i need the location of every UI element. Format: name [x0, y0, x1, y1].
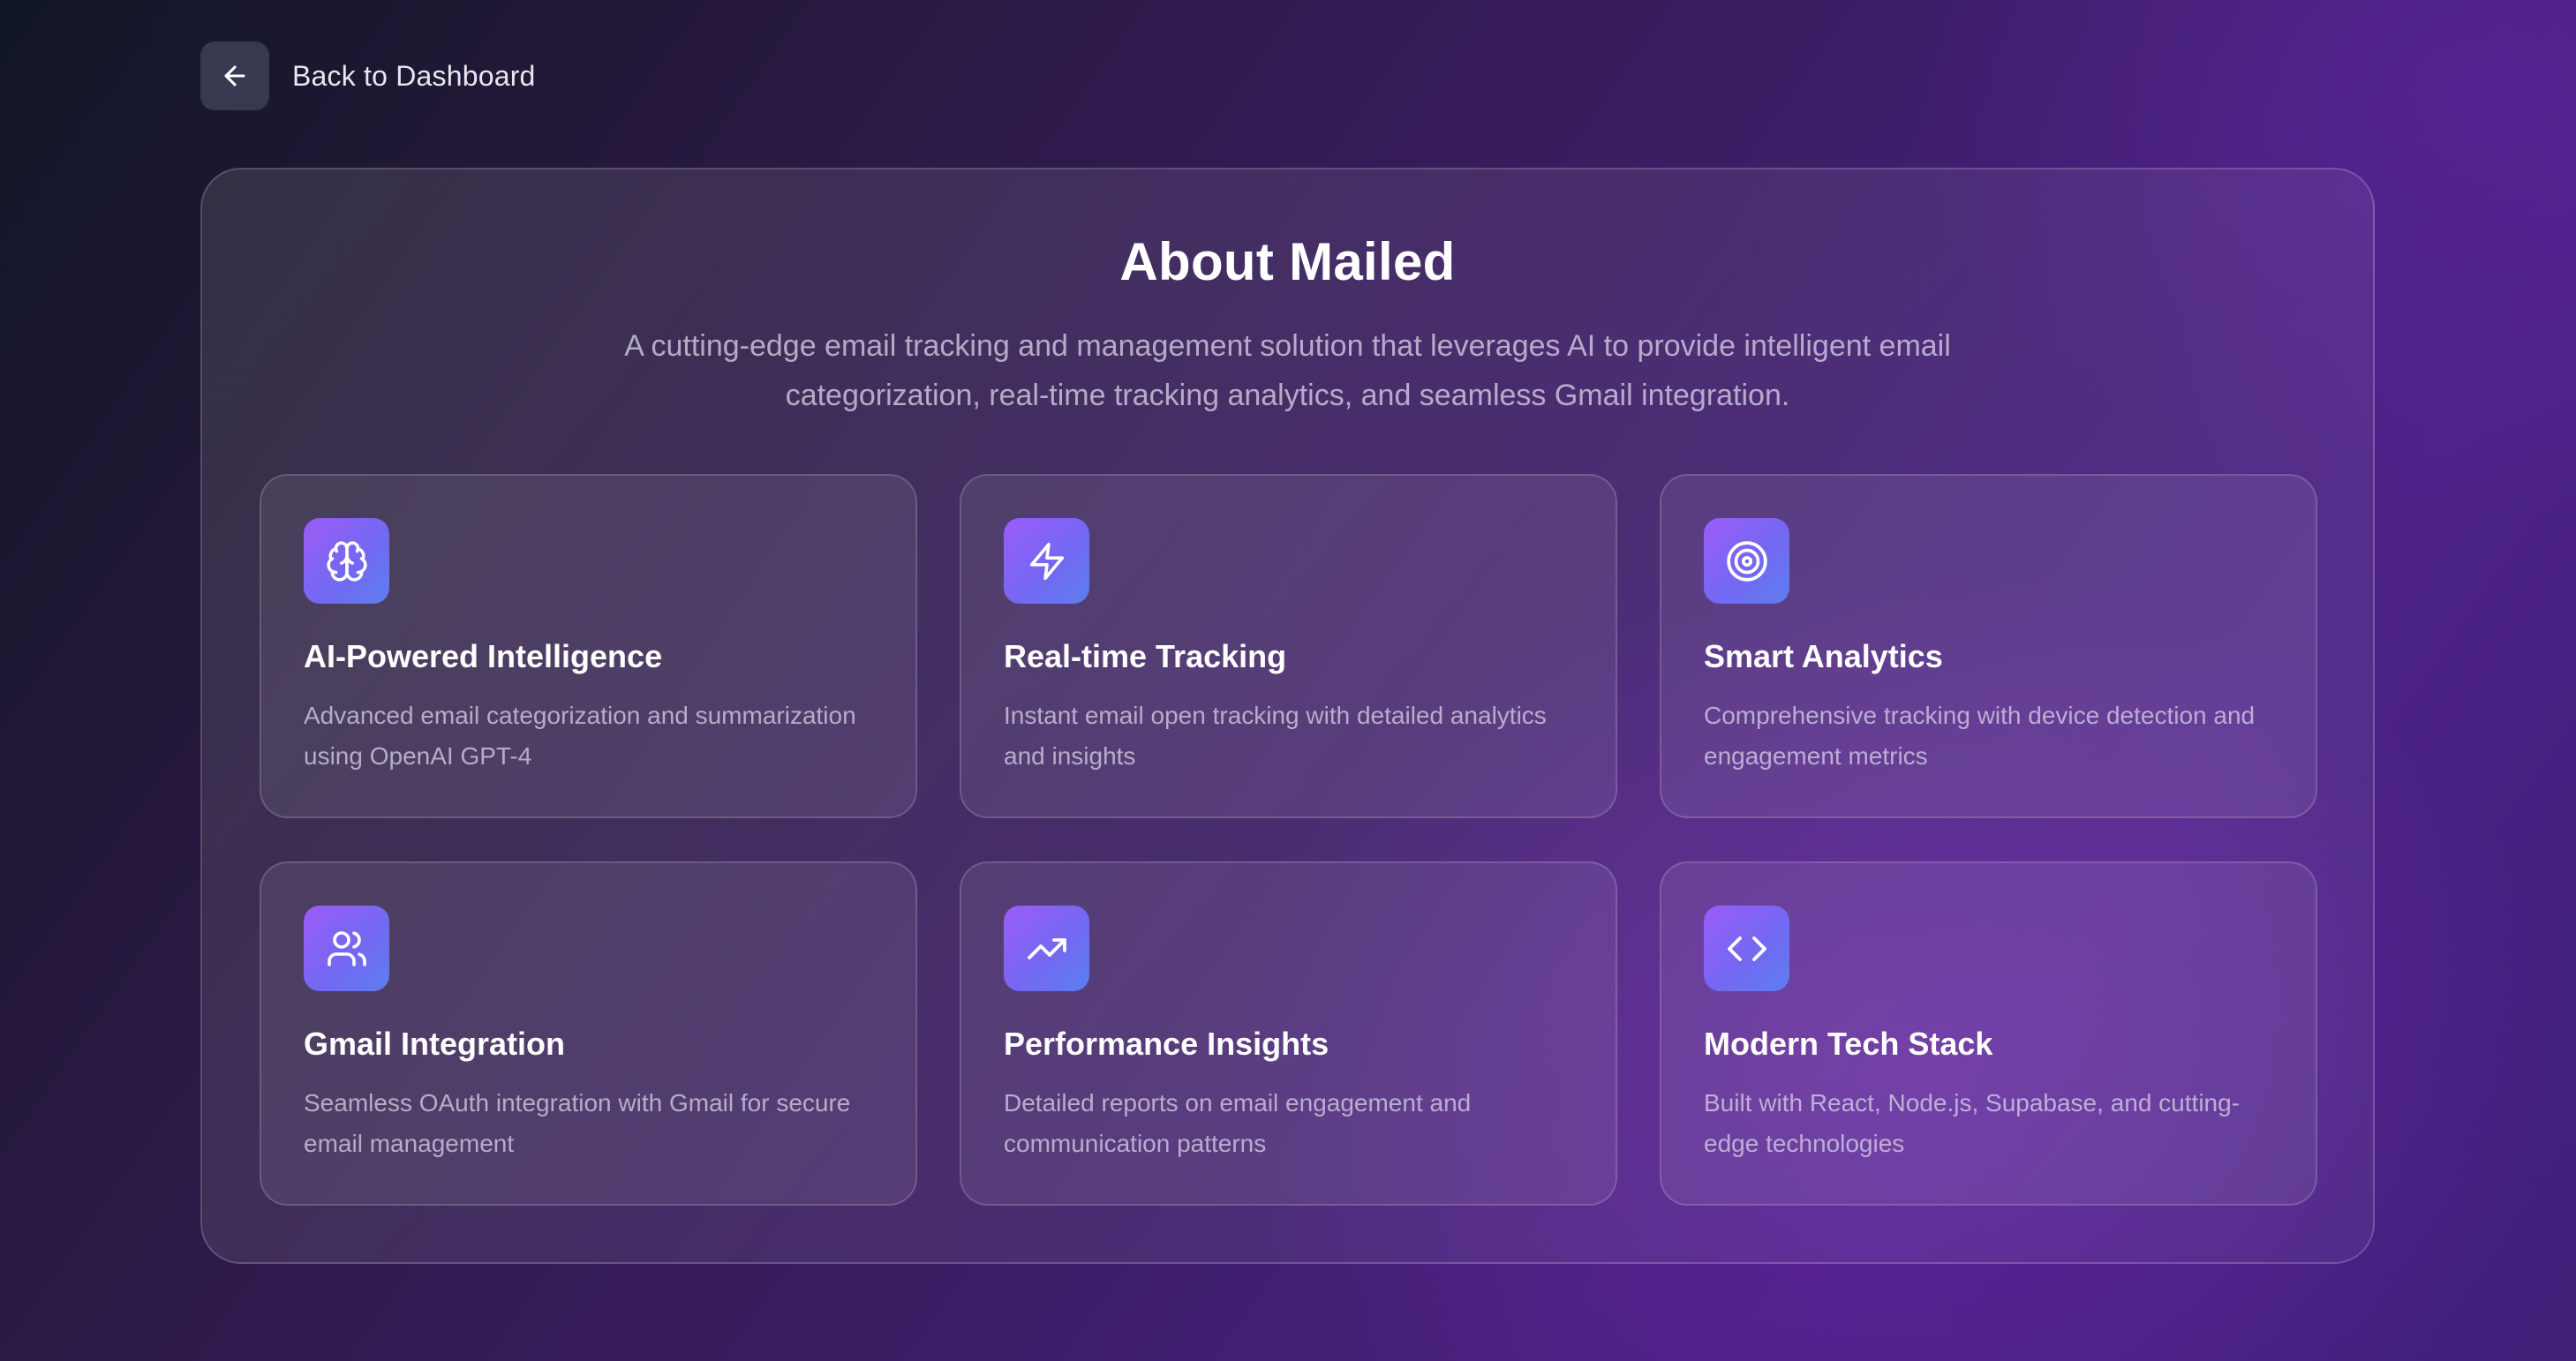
feature-description: Advanced email categorization and summar…	[304, 702, 856, 770]
code-icon	[1727, 936, 1766, 961]
feature-card-tech-stack: Modern Tech Stack Built with React, Node…	[1660, 861, 2317, 1206]
page-description: A cutting-edge email tracking and manage…	[624, 329, 1951, 412]
arrow-left-icon	[224, 65, 245, 86]
users-icon	[327, 930, 366, 966]
feature-description: Detailed reports on email engagement and…	[1004, 1089, 1472, 1157]
trending-up-icon	[1027, 937, 1066, 959]
feature-card-ai: AI-Powered Intelligence Advanced email c…	[260, 474, 917, 818]
feature-description: Instant email open tracking with detaile…	[1004, 702, 1547, 770]
feature-description: Comprehensive tracking with device detec…	[1704, 702, 2256, 770]
feature-card-analytics: Smart Analytics Comprehensive tracking w…	[1660, 474, 2317, 818]
page-title: About Mailed	[1119, 232, 1456, 291]
feature-icon-badge	[1004, 518, 1089, 604]
feature-grid: AI-Powered Intelligence Advanced email c…	[260, 474, 2317, 1206]
feature-title: Smart Analytics	[1704, 638, 1943, 674]
brain-icon	[326, 540, 367, 582]
feature-title: Real-time Tracking	[1004, 638, 1287, 674]
lightning-icon	[1029, 542, 1064, 580]
target-icon	[1726, 540, 1767, 582]
back-to-dashboard-label[interactable]: Back to Dashboard	[292, 60, 536, 93]
back-to-dashboard-link[interactable]: Back to Dashboard	[200, 41, 536, 110]
about-card: About Mailed A cutting-edge email tracki…	[200, 168, 2375, 1264]
feature-title: AI-Powered Intelligence	[304, 638, 663, 674]
feature-title: Modern Tech Stack	[1704, 1026, 1993, 1062]
feature-description: Seamless OAuth integration with Gmail fo…	[304, 1089, 851, 1157]
feature-icon-badge	[304, 518, 389, 604]
feature-card-insights: Performance Insights Detailed reports on…	[960, 861, 1617, 1206]
feature-title: Performance Insights	[1004, 1026, 1329, 1062]
feature-icon-badge	[1704, 518, 1789, 604]
feature-icon-badge	[1704, 906, 1789, 991]
back-button[interactable]	[200, 41, 269, 110]
feature-icon-badge	[304, 906, 389, 991]
feature-title: Gmail Integration	[304, 1026, 566, 1062]
feature-icon-badge	[1004, 906, 1089, 991]
feature-description: Built with React, Node.js, Supabase, and…	[1704, 1089, 2241, 1157]
feature-card-gmail: Gmail Integration Seamless OAuth integra…	[260, 861, 917, 1206]
feature-card-tracking: Real-time Tracking Instant email open tr…	[960, 474, 1617, 818]
